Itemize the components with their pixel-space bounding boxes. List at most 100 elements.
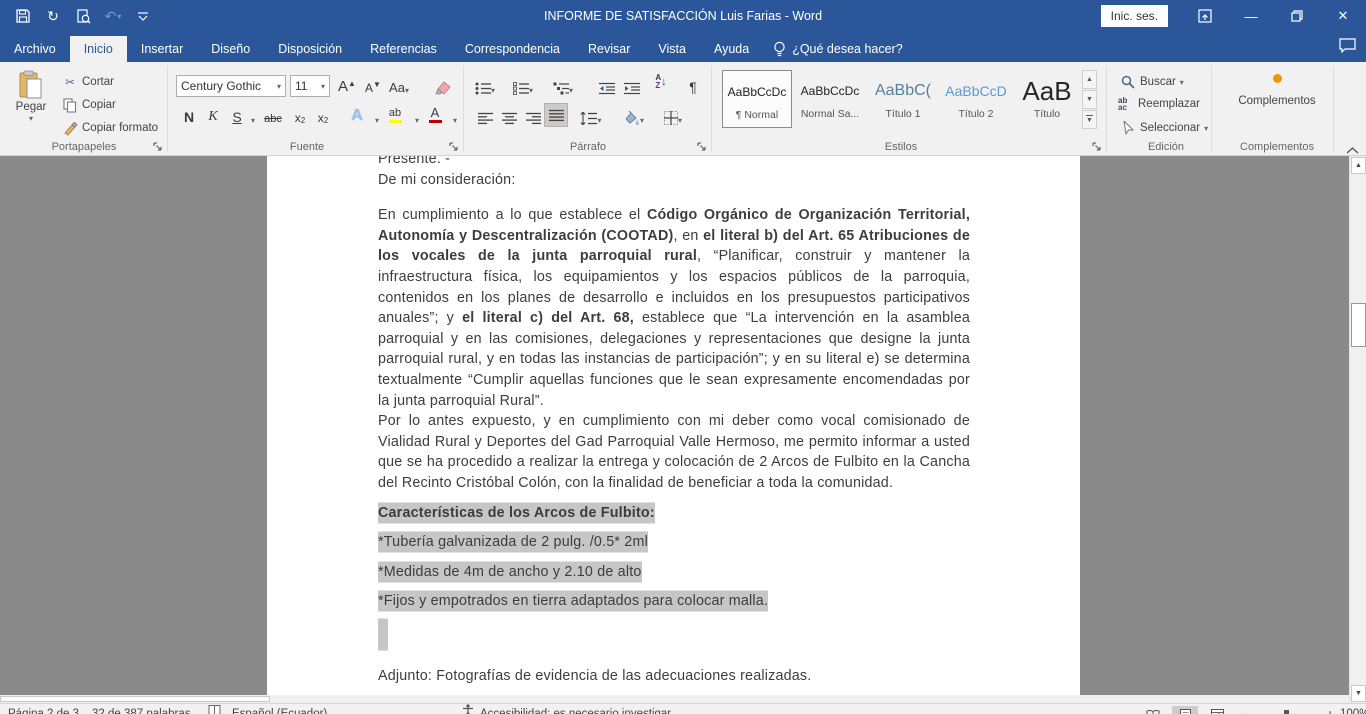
accessibility-status[interactable]: Accesibilidad: es necesario investigar [480, 704, 671, 714]
print-layout-button[interactable] [1172, 706, 1198, 714]
tab-revisar[interactable]: Revisar [574, 36, 644, 62]
minimize-icon: — [1245, 9, 1258, 24]
zoom-level[interactable]: 100% [1340, 704, 1366, 714]
increase-indent-button[interactable] [621, 75, 643, 97]
borders-button[interactable]: ▾ [662, 105, 684, 127]
multilevel-list-button[interactable]: ▾ [552, 75, 574, 97]
text-effects-button[interactable]: A [346, 105, 368, 127]
font-size-combobox[interactable]: 11 ▾ [290, 75, 330, 97]
paragraph-dialog-launcher[interactable] [697, 142, 709, 154]
tab-correspondencia[interactable]: Correspondencia [451, 36, 574, 62]
replace-button[interactable]: ab ac Reemplazar [1118, 97, 1200, 111]
zoom-out-button[interactable]: − [1242, 704, 1250, 714]
tab-ayuda[interactable]: Ayuda [700, 36, 763, 62]
web-layout-button[interactable] [1204, 706, 1230, 714]
vertical-scrollbar[interactable]: ▲ ▼ [1349, 156, 1366, 703]
doc-line-consideracion[interactable]: De mi consideración: [378, 170, 970, 191]
horizontal-scrollbar[interactable] [0, 695, 1349, 703]
style-titulo1[interactable]: AaBbC( Título 1 [868, 70, 938, 128]
read-mode-button[interactable] [1140, 706, 1166, 714]
styles-scroll-up-button[interactable]: ▲ [1082, 70, 1097, 89]
italic-button[interactable]: K [202, 105, 224, 127]
numbering-button[interactable]: ▾ [512, 75, 534, 97]
clear-formatting-button[interactable] [432, 75, 454, 97]
document-page[interactable]: Presente. -De mi consideración: En cumpli… [267, 156, 1080, 695]
select-button[interactable]: Seleccionar ▾ [1120, 120, 1208, 136]
sign-in-button[interactable]: Inic. ses. [1101, 5, 1168, 27]
doc-line-adjunto[interactable]: Adjunto: Fotografías de evidencia de las… [378, 666, 970, 687]
shading-button[interactable]: ▾ [622, 105, 644, 127]
subscript-button[interactable]: x2 [289, 105, 311, 127]
minimize-button[interactable]: — [1228, 0, 1274, 32]
collapse-ribbon-button[interactable] [1346, 142, 1360, 154]
font-dialog-launcher[interactable] [449, 142, 461, 154]
decrease-indent-button[interactable] [596, 75, 618, 97]
style-titulo[interactable]: AaB Título [1012, 70, 1082, 128]
style-normal[interactable]: AaBbCcDc ¶ Normal [722, 70, 792, 128]
tab-insertar[interactable]: Insertar [127, 36, 197, 62]
style-titulo2[interactable]: AaBbCcD Título 2 [941, 70, 1011, 128]
horizontal-scrollbar-thumb[interactable] [0, 696, 270, 702]
align-center-button[interactable] [498, 105, 520, 127]
tab-inicio[interactable]: Inicio [70, 36, 127, 62]
ribbon-display-options-button[interactable] [1182, 0, 1228, 32]
highlight-button[interactable]: ab [384, 105, 406, 127]
page-indicator[interactable]: Página 2 de 3 [8, 704, 79, 714]
vertical-scrollbar-thumb[interactable] [1351, 303, 1366, 347]
paste-button[interactable]: Pegar ▾ [10, 70, 52, 123]
line-spacing-button[interactable]: ▾ [580, 105, 602, 127]
document-canvas[interactable]: Presente. -De mi consideración: En cumpli… [0, 156, 1349, 695]
underline-dropdown[interactable]: ▾ [242, 105, 264, 127]
font-color-button[interactable]: A [424, 105, 446, 127]
addins-button[interactable]: Complementos [1232, 74, 1322, 107]
clipboard-dialog-launcher[interactable] [153, 142, 165, 154]
tab-disposicion[interactable]: Disposición [264, 36, 356, 62]
format-painter-button[interactable]: Copiar formato [62, 120, 158, 136]
styles-more-button[interactable]: ▼ [1082, 110, 1097, 129]
align-right-button[interactable] [522, 105, 544, 127]
style-titulo1-label: Título 1 [868, 108, 938, 120]
doc-paragraph-entrega[interactable]: Por lo antes expuesto, y en cumplimiento… [378, 411, 970, 493]
tell-me-box[interactable]: ¿Qué desea hacer? [773, 36, 903, 62]
accessibility-icon[interactable] [462, 704, 474, 714]
styles-scroll-down-button[interactable]: ▼ [1082, 90, 1097, 109]
copy-label: Copiar [82, 99, 116, 111]
tab-referencias[interactable]: Referencias [356, 36, 451, 62]
doc-selected-empty-line[interactable] [378, 621, 970, 655]
doc-heading-caracteristicas[interactable]: Características de los Arcos de Fulbito: [378, 503, 970, 524]
justify-button[interactable] [544, 103, 568, 127]
copy-button[interactable]: Copiar [62, 97, 116, 113]
cut-button[interactable]: ✂ Cortar [62, 74, 114, 90]
doc-item-medidas[interactable]: *Medidas de 4m de ancho y 2.10 de alto [378, 562, 970, 583]
close-button[interactable]: ✕ [1320, 0, 1366, 32]
doc-item-fijos[interactable]: *Fijos y empotrados en tierra adaptados … [378, 591, 970, 612]
scrollbar-down-button[interactable]: ▼ [1351, 685, 1366, 702]
proofing-status-icon[interactable] [208, 704, 221, 714]
word-count[interactable]: 32 de 387 palabras [92, 704, 190, 714]
change-case-button[interactable]: Aa▾ [388, 75, 410, 97]
grow-font-button[interactable]: A▲ [336, 75, 358, 97]
tab-diseno[interactable]: Diseño [197, 36, 264, 62]
doc-item-tuberia[interactable]: *Tubería galvanizada de 2 pulg. /0.5* 2m… [378, 532, 970, 553]
shrink-font-button[interactable]: A▼ [362, 75, 384, 97]
bullets-button[interactable]: ▾ [474, 75, 496, 97]
style-normal-sa[interactable]: AaBbCcDc Normal Sa... [795, 70, 865, 128]
superscript-button[interactable]: x2 [312, 105, 334, 127]
show-marks-button[interactable]: ¶ [682, 75, 704, 97]
tab-vista[interactable]: Vista [644, 36, 700, 62]
doc-paragraph-cootad[interactable]: En cumplimiento a lo que establece el Có… [378, 205, 970, 411]
font-family-combobox[interactable]: Century Gothic ▾ [176, 75, 286, 97]
zoom-slider-thumb[interactable] [1284, 710, 1289, 714]
align-left-button[interactable] [474, 105, 496, 127]
scrollbar-up-button[interactable]: ▲ [1351, 157, 1366, 174]
doc-line-presente[interactable]: Presente. - [378, 156, 970, 170]
tab-archivo[interactable]: Archivo [0, 36, 70, 62]
feedback-button[interactable] [1339, 38, 1356, 58]
restore-button[interactable] [1274, 0, 1320, 32]
sort-button[interactable]: AZ ↓ [650, 72, 672, 94]
zoom-in-button[interactable]: + [1326, 704, 1334, 714]
bold-button[interactable]: N [178, 105, 200, 127]
strikethrough-button[interactable]: abc [262, 105, 284, 127]
find-button[interactable]: Buscar ▾ [1120, 74, 1184, 90]
language-indicator[interactable]: Español (Ecuador) [232, 704, 327, 714]
